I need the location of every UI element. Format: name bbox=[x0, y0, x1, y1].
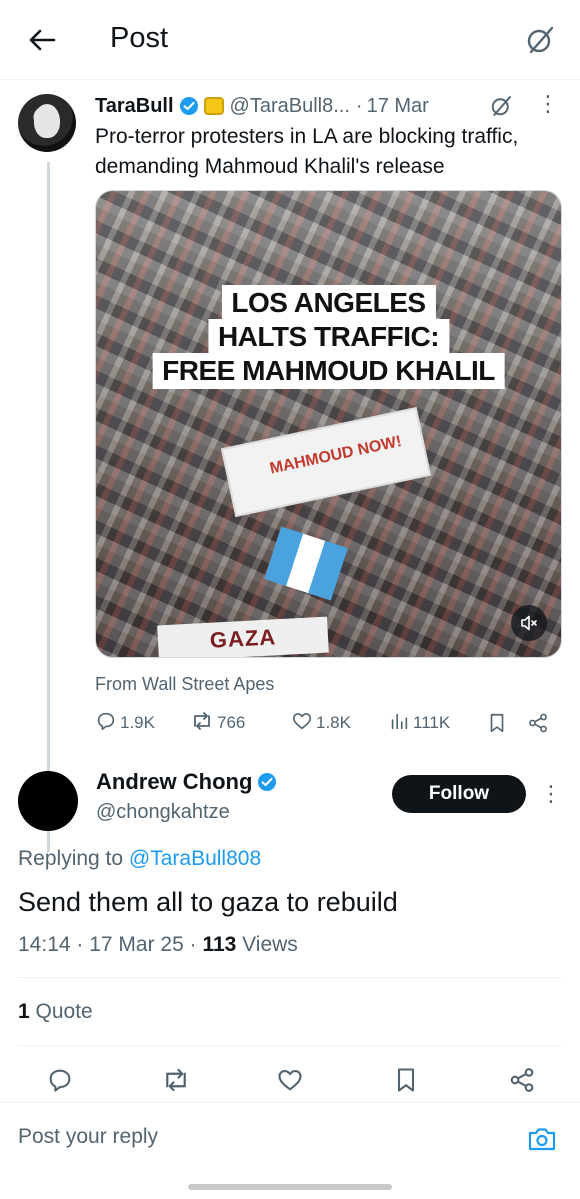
camera-icon[interactable] bbox=[526, 1123, 558, 1155]
page-title: Post bbox=[110, 22, 169, 54]
reply-composer bbox=[0, 1102, 580, 1172]
quote-label: Quote bbox=[29, 1000, 93, 1023]
post-text: Send them all to gaza to rebuild bbox=[18, 887, 398, 917]
author-handle: @TaraBull8... bbox=[229, 94, 350, 117]
post-text: Pro-terror protesters in LA are blocking… bbox=[95, 125, 519, 178]
video-caption-line: HALTS TRAFFIC: bbox=[207, 319, 450, 355]
repost-icon bbox=[190, 710, 217, 737]
like-action[interactable]: 1.8K bbox=[291, 707, 351, 739]
grok-icon[interactable] bbox=[487, 92, 515, 120]
reply-action[interactable]: 1.9K bbox=[95, 707, 155, 739]
home-indicator[interactable] bbox=[188, 1184, 392, 1190]
back-arrow-icon[interactable] bbox=[22, 20, 62, 60]
share-icon[interactable] bbox=[506, 1064, 538, 1096]
parent-post[interactable]: TaraBull @TaraBull8... · 17 Mar ⋮ Pro-te… bbox=[0, 82, 580, 852]
reply-count: 1.9K bbox=[120, 713, 155, 732]
like-count: 1.8K bbox=[316, 713, 351, 732]
more-options-icon[interactable]: ⋮ bbox=[536, 92, 560, 120]
repost-icon[interactable] bbox=[160, 1064, 192, 1096]
avatar[interactable] bbox=[18, 771, 78, 831]
bookmark-icon[interactable] bbox=[390, 1064, 422, 1096]
post-timestamp: 14:14 · 17 Mar 25 · bbox=[18, 933, 203, 956]
views-icon bbox=[388, 710, 413, 737]
repost-count: 766 bbox=[217, 713, 246, 732]
bookmark-icon[interactable] bbox=[487, 707, 510, 739]
quote-count-row[interactable]: 1 Quote bbox=[18, 1000, 93, 1024]
views-label: Views bbox=[236, 933, 298, 956]
verified-badge-icon bbox=[257, 772, 277, 792]
post-action-bar: 1.9K 766 1.8K 111K bbox=[95, 707, 565, 739]
protest-banner: MAHMOUD NOW! bbox=[220, 406, 432, 518]
replying-to-link[interactable]: @TaraBull808 bbox=[129, 847, 261, 870]
replying-to: Replying to @TaraBull808 bbox=[18, 847, 261, 871]
author-name-row[interactable]: Andrew Chong bbox=[96, 769, 277, 795]
author-name[interactable]: Andrew Chong bbox=[96, 769, 252, 795]
views-action[interactable]: 111K bbox=[388, 707, 450, 739]
top-bar: Post bbox=[0, 0, 580, 80]
replying-prefix: Replying to bbox=[18, 847, 129, 870]
mute-icon[interactable] bbox=[511, 605, 547, 641]
post-video[interactable]: LOS ANGELES HALTS TRAFFIC: FREE MAHMOUD … bbox=[95, 190, 562, 658]
separator-dot: · bbox=[355, 94, 363, 117]
views-count: 111K bbox=[413, 713, 451, 732]
share-icon[interactable] bbox=[527, 707, 552, 739]
post-header: TaraBull @TaraBull8... · 17 Mar bbox=[95, 92, 429, 120]
follow-button[interactable]: Follow bbox=[392, 775, 526, 813]
video-caption-line: LOS ANGELES bbox=[221, 285, 436, 321]
banner-text: MAHMOUD NOW! bbox=[268, 433, 404, 478]
heart-icon[interactable] bbox=[274, 1064, 306, 1096]
grok-icon[interactable] bbox=[518, 18, 562, 62]
repost-action[interactable]: 766 bbox=[190, 707, 245, 739]
video-caption-line: FREE MAHMOUD KHALIL bbox=[152, 353, 505, 389]
author-handle[interactable]: @chongkahtze bbox=[96, 801, 230, 824]
avatar[interactable] bbox=[18, 94, 76, 152]
more-options-icon[interactable]: ⋮ bbox=[540, 781, 562, 807]
post-date: 17 Mar bbox=[366, 94, 429, 117]
focused-action-bar bbox=[0, 1060, 580, 1100]
divider bbox=[18, 1045, 562, 1046]
protest-sign: GAZA RESISTS bbox=[157, 616, 329, 657]
reply-icon[interactable] bbox=[44, 1064, 76, 1096]
post-meta: 14:14 · 17 Mar 25 · 113 Views bbox=[18, 933, 298, 957]
verified-badge-icon bbox=[179, 96, 199, 116]
flag bbox=[264, 526, 348, 601]
video-source[interactable]: From Wall Street Apes bbox=[95, 674, 274, 695]
views-number[interactable]: 113 bbox=[202, 933, 236, 956]
thread-line bbox=[47, 162, 50, 852]
heart-icon bbox=[291, 710, 316, 737]
reply-icon bbox=[95, 710, 120, 737]
reply-input[interactable] bbox=[18, 1125, 498, 1149]
divider bbox=[18, 977, 562, 978]
quote-count: 1 bbox=[18, 1000, 30, 1023]
affiliate-badge-icon bbox=[203, 97, 224, 115]
author-name[interactable]: TaraBull bbox=[95, 95, 174, 118]
